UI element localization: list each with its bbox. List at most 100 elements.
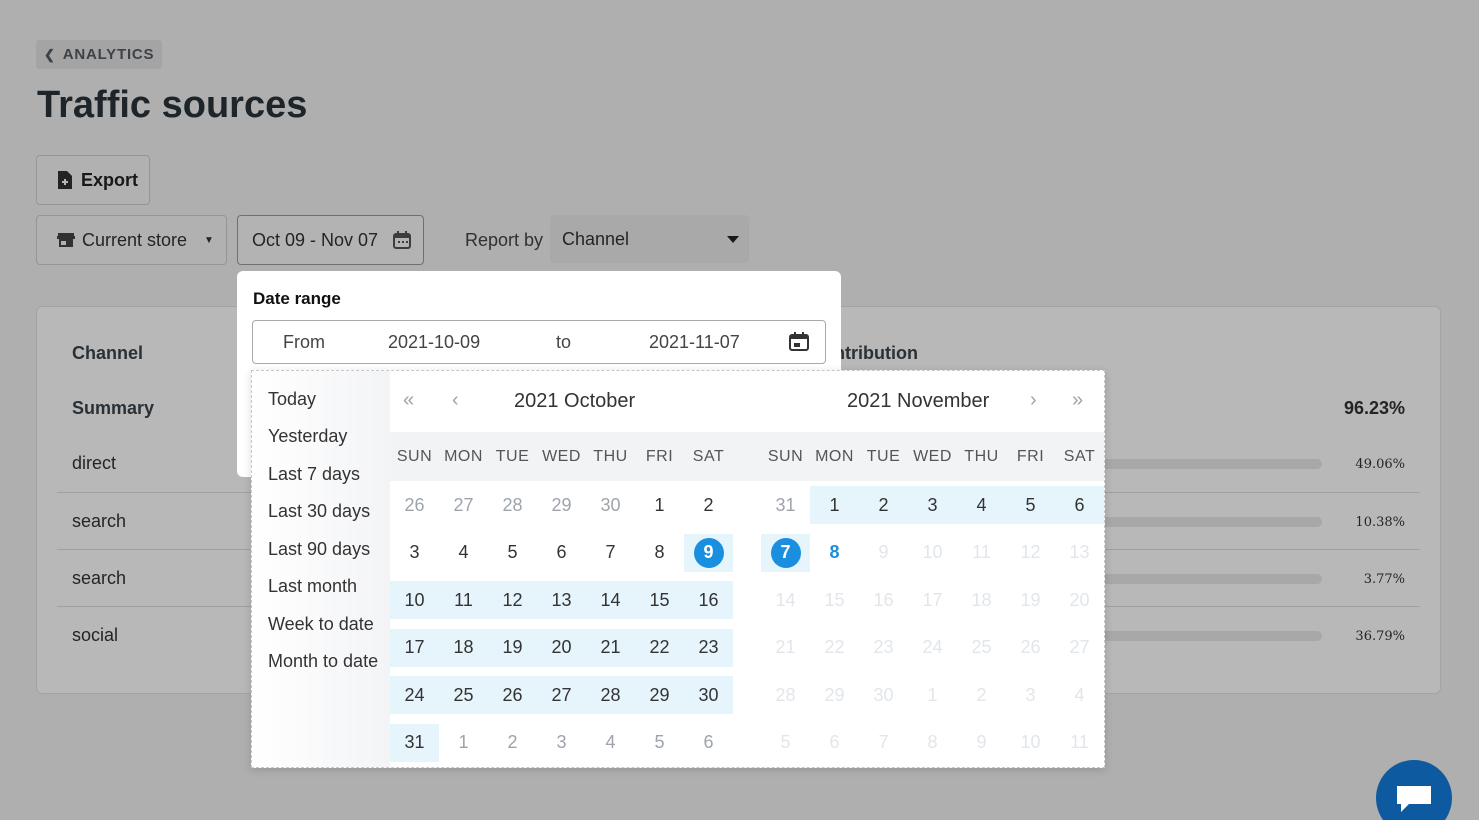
calendar-day[interactable]: 8 — [908, 724, 957, 762]
calendar-day[interactable]: 23 — [859, 629, 908, 667]
next-year-icon[interactable]: » — [1072, 389, 1083, 412]
calendar-day[interactable]: 7 — [761, 533, 810, 572]
calendar-day[interactable]: 4 — [439, 534, 488, 572]
calendar-day[interactable]: 26 — [1006, 629, 1055, 667]
calendar-day[interactable]: 2 — [957, 676, 1006, 714]
calendar-day[interactable]: 14 — [586, 581, 635, 619]
calendar-day[interactable]: 5 — [761, 724, 810, 762]
calendar-day[interactable]: 27 — [537, 676, 586, 714]
calendar-day[interactable]: 9 — [957, 724, 1006, 762]
calendar-day[interactable]: 24 — [908, 629, 957, 667]
calendar-day[interactable]: 18 — [439, 628, 488, 667]
calendar-day[interactable]: 17 — [390, 628, 439, 667]
calendar-day[interactable]: 5 — [488, 534, 537, 572]
from-value[interactable]: 2021-10-09 — [388, 332, 480, 353]
calendar-day[interactable]: 2 — [684, 486, 733, 524]
calendar-day[interactable]: 25 — [957, 629, 1006, 667]
calendar-day[interactable]: 15 — [810, 581, 859, 619]
calendar-day[interactable]: 1 — [635, 486, 684, 524]
calendar-day[interactable]: 8 — [810, 534, 859, 572]
preset-week-to-date[interactable]: Week to date — [268, 614, 374, 635]
calendar-day[interactable]: 18 — [957, 581, 1006, 619]
calendar-day[interactable]: 10 — [908, 534, 957, 572]
calendar-day[interactable]: 20 — [537, 628, 586, 667]
calendar-day[interactable]: 26 — [488, 676, 537, 714]
preset-last-month[interactable]: Last month — [268, 576, 357, 597]
calendar-day[interactable]: 20 — [1055, 581, 1104, 619]
next-month-icon[interactable]: › — [1030, 389, 1037, 412]
calendar-day[interactable]: 4 — [957, 486, 1006, 524]
calendar-day[interactable]: 7 — [859, 724, 908, 762]
calendar-day[interactable]: 10 — [390, 581, 439, 619]
calendar-day[interactable]: 30 — [859, 676, 908, 714]
calendar-day[interactable]: 3 — [390, 534, 439, 572]
calendar-day[interactable]: 29 — [810, 676, 859, 714]
calendar-day[interactable]: 14 — [761, 581, 810, 619]
calendar-day[interactable]: 9 — [859, 534, 908, 572]
calendar-day[interactable]: 10 — [1006, 724, 1055, 762]
calendar-day[interactable]: 21 — [586, 628, 635, 667]
calendar-day[interactable]: 11 — [439, 581, 488, 619]
calendar-day[interactable]: 11 — [1055, 724, 1104, 762]
calendar-day[interactable]: 2 — [488, 724, 537, 762]
calendar-day[interactable]: 21 — [761, 629, 810, 667]
calendar-day[interactable]: 3 — [537, 724, 586, 762]
calendar-day[interactable]: 6 — [537, 534, 586, 572]
calendar-day[interactable]: 30 — [586, 486, 635, 524]
calendar-day[interactable]: 4 — [586, 724, 635, 762]
calendar-day[interactable]: 28 — [761, 676, 810, 714]
calendar-day[interactable]: 1 — [810, 486, 859, 524]
preset-today[interactable]: Today — [268, 389, 316, 410]
calendar-day[interactable]: 6 — [810, 724, 859, 762]
prev-year-icon[interactable]: « — [403, 389, 414, 412]
calendar-day[interactable]: 31 — [761, 486, 810, 524]
calendar-day[interactable]: 16 — [684, 581, 733, 619]
calendar-day[interactable]: 27 — [439, 486, 488, 524]
calendar-day[interactable]: 11 — [957, 534, 1006, 572]
calendar-day[interactable]: 7 — [586, 534, 635, 572]
calendar-day[interactable]: 19 — [488, 628, 537, 667]
calendar-day[interactable]: 23 — [684, 628, 733, 667]
calendar-day[interactable]: 16 — [859, 581, 908, 619]
calendar-day[interactable]: 3 — [908, 486, 957, 524]
calendar-day[interactable]: 28 — [586, 676, 635, 714]
calendar-day[interactable]: 6 — [1055, 486, 1104, 524]
calendar-day[interactable]: 22 — [810, 629, 859, 667]
to-value[interactable]: 2021-11-07 — [649, 332, 740, 353]
calendar-day[interactable]: 1 — [908, 676, 957, 714]
calendar-day[interactable]: 13 — [537, 581, 586, 619]
calendar-day[interactable]: 29 — [537, 486, 586, 524]
calendar-day[interactable]: 4 — [1055, 676, 1104, 714]
calendar-day[interactable]: 8 — [635, 534, 684, 572]
calendar-day[interactable]: 17 — [908, 581, 957, 619]
calendar-day[interactable]: 24 — [390, 676, 439, 714]
date-range-input[interactable]: From 2021-10-09 to 2021-11-07 — [252, 320, 826, 364]
calendar-day[interactable]: 3 — [1006, 676, 1055, 714]
calendar-day[interactable]: 31 — [390, 723, 439, 762]
preset-yesterday[interactable]: Yesterday — [268, 426, 347, 447]
calendar-day[interactable]: 12 — [488, 581, 537, 619]
calendar-day[interactable]: 12 — [1006, 534, 1055, 572]
calendar-day[interactable]: 27 — [1055, 629, 1104, 667]
preset-month-to-date[interactable]: Month to date — [268, 651, 378, 672]
calendar-day[interactable]: 15 — [635, 581, 684, 619]
calendar-day[interactable]: 2 — [859, 486, 908, 524]
calendar-day[interactable]: 19 — [1006, 581, 1055, 619]
calendar-day[interactable]: 25 — [439, 676, 488, 714]
calendar-day[interactable]: 28 — [488, 486, 537, 524]
preset-last-30-days[interactable]: Last 30 days — [268, 501, 370, 522]
preset-last-90-days[interactable]: Last 90 days — [268, 539, 370, 560]
prev-month-icon[interactable]: ‹ — [452, 389, 459, 412]
preset-last-7-days[interactable]: Last 7 days — [268, 464, 360, 485]
calendar-day[interactable]: 30 — [684, 676, 733, 714]
calendar-day[interactable]: 22 — [635, 628, 684, 667]
calendar-day[interactable]: 26 — [390, 486, 439, 524]
calendar-day[interactable]: 9 — [684, 533, 733, 572]
calendar-range-icon[interactable] — [789, 331, 811, 353]
calendar-day[interactable]: 13 — [1055, 534, 1104, 572]
calendar-day[interactable]: 1 — [439, 724, 488, 762]
calendar-day[interactable]: 5 — [635, 724, 684, 762]
calendar-day[interactable]: 29 — [635, 676, 684, 714]
calendar-day[interactable]: 6 — [684, 724, 733, 762]
calendar-day[interactable]: 5 — [1006, 486, 1055, 524]
